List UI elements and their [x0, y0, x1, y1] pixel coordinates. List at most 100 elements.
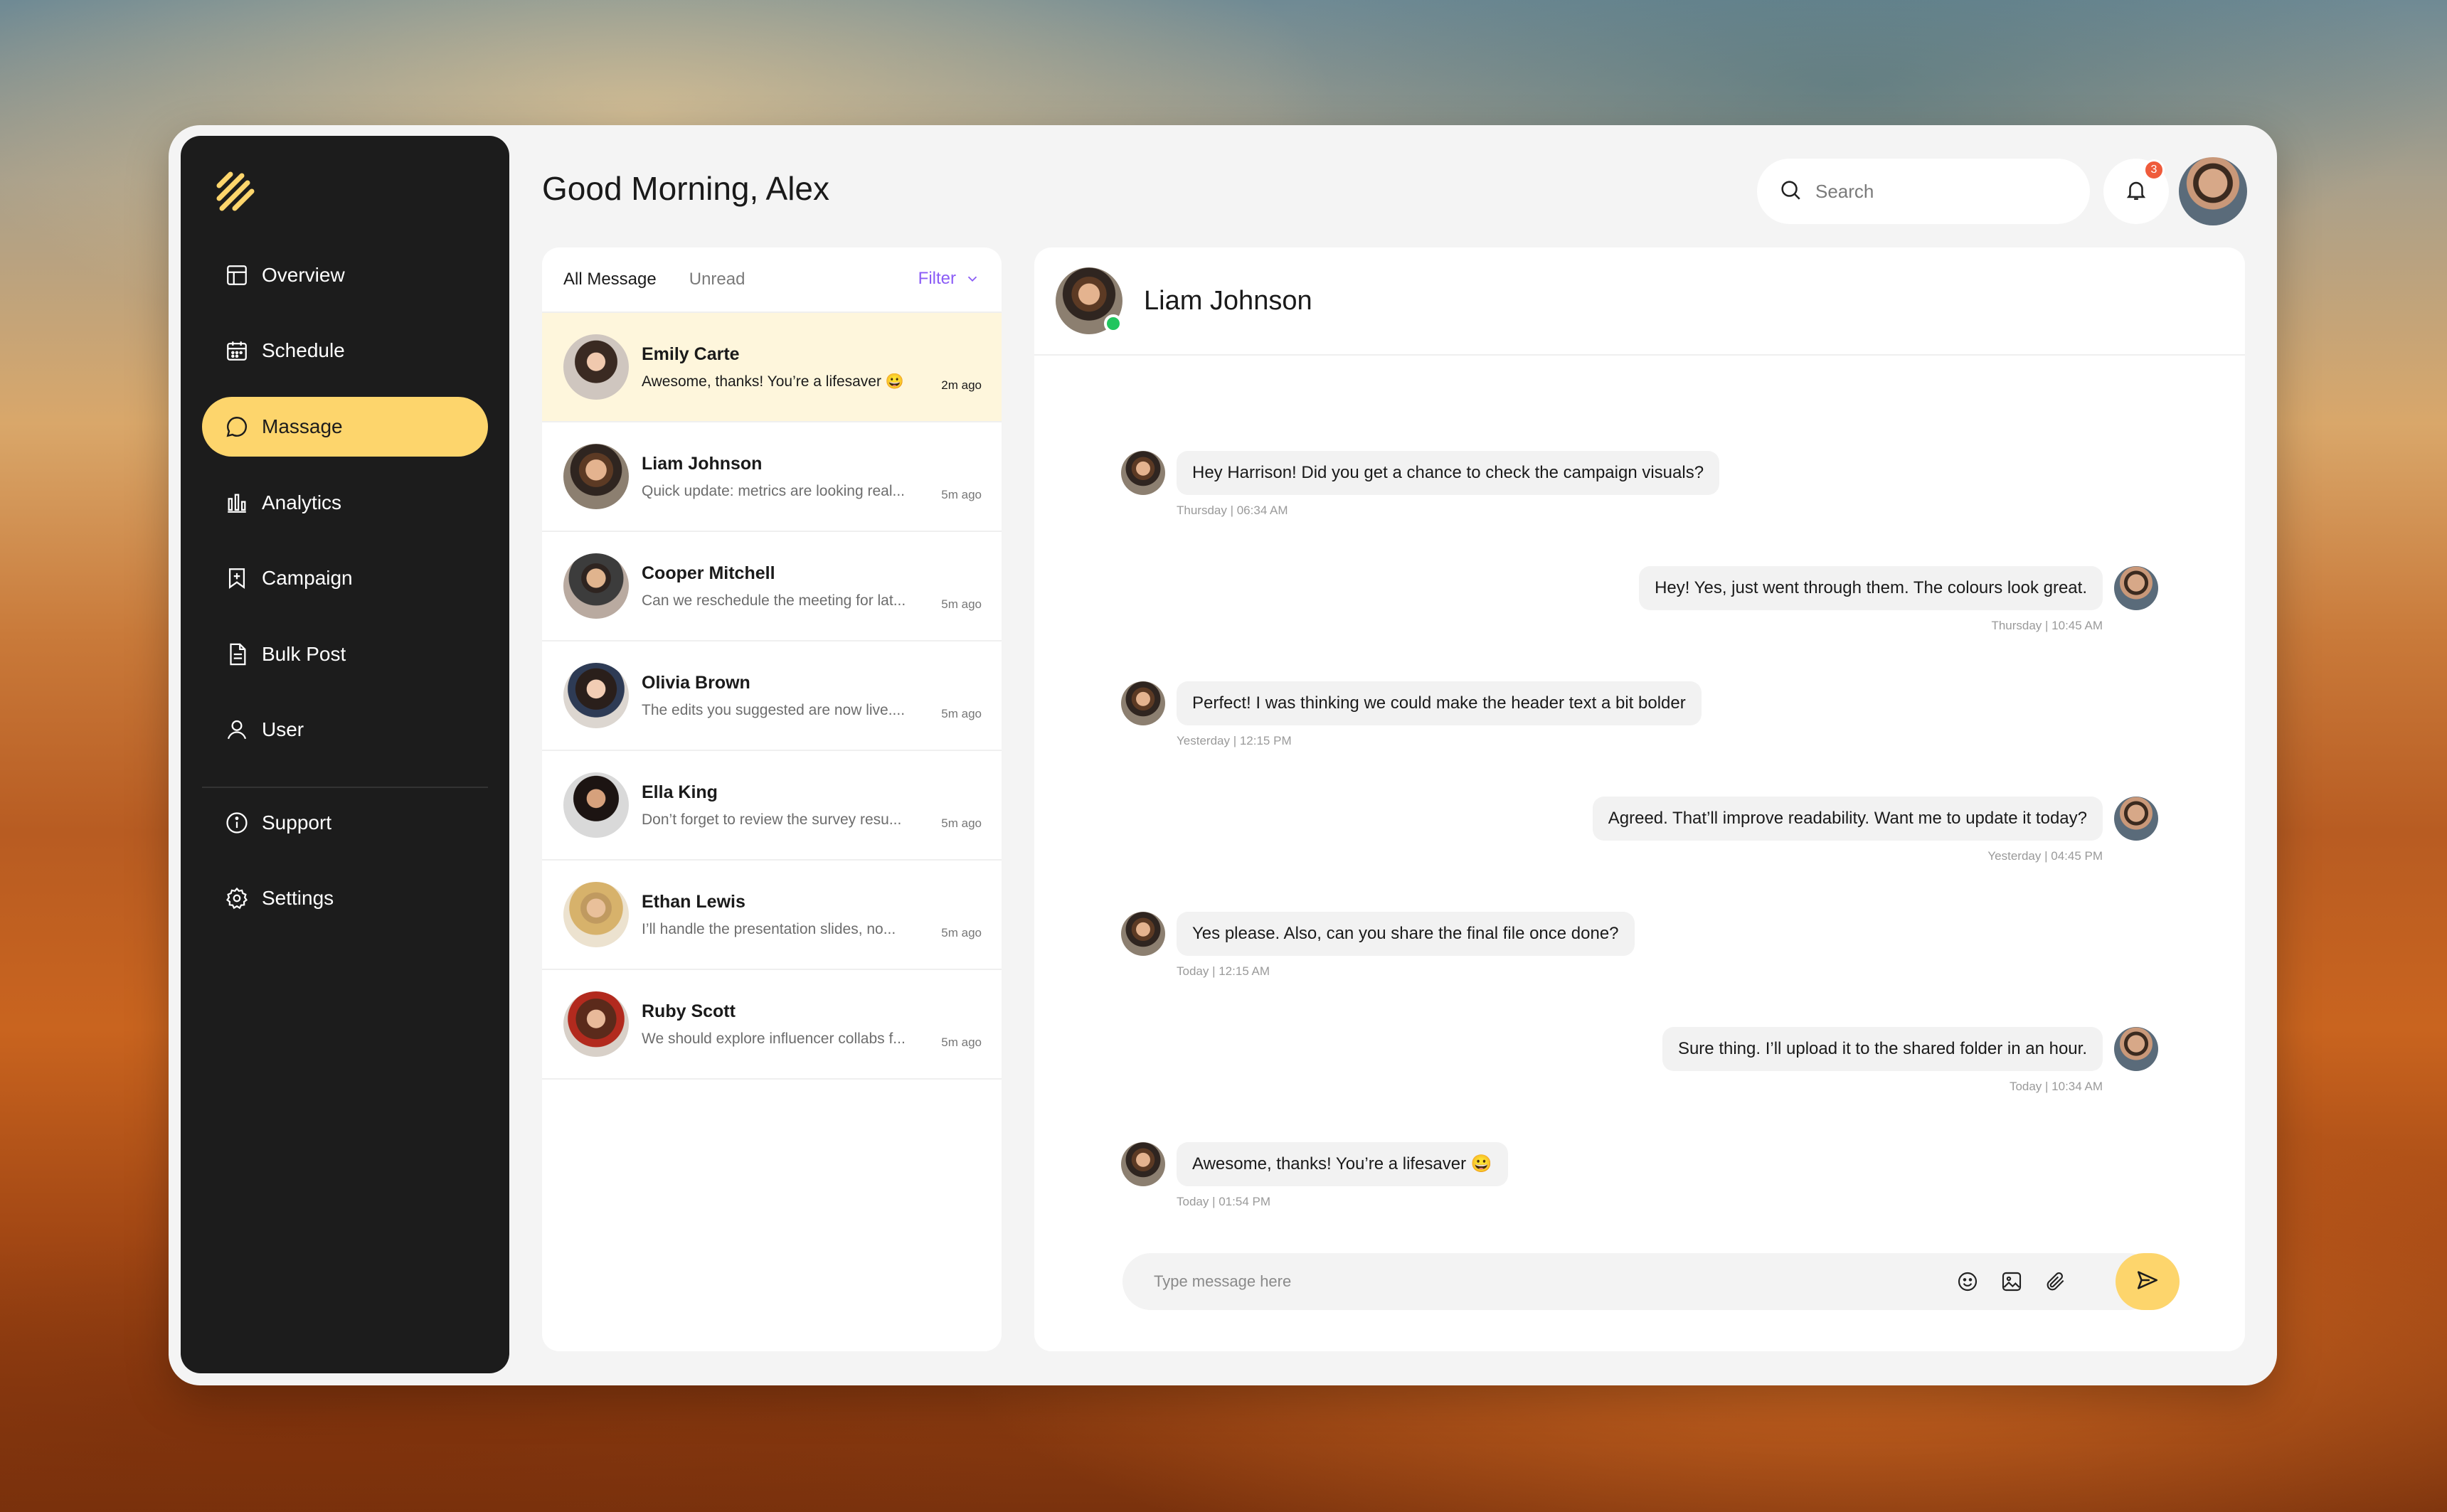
avatar	[563, 334, 629, 400]
chevron-down-icon	[965, 271, 980, 287]
message-timestamp: Yesterday | 12:15 PM	[1177, 734, 1292, 747]
message-incoming: Yes please. Also, can you share the fina…	[1177, 912, 1635, 979]
message-list-panel: All Message Unread Filter Emily Carte Aw…	[542, 247, 1002, 1351]
avatar	[563, 991, 629, 1057]
conversation-preview: Quick update: metrics are looking real..…	[642, 482, 906, 499]
sidebar-item-label: Bulk Post	[262, 643, 346, 665]
avatar	[1121, 451, 1165, 495]
layout-icon	[225, 263, 249, 287]
conversation-preview: Can we reschedule the meeting for lat...	[642, 592, 906, 609]
conversation-time: 5m ago	[941, 926, 982, 939]
sidebar-item-label: Overview	[262, 264, 345, 286]
avatar	[1121, 912, 1165, 956]
message-timestamp: Today | 12:15 AM	[1177, 964, 1270, 978]
message-outgoing: Agreed. That’ll improve readability. Wan…	[1592, 797, 2103, 863]
sidebar-item-support[interactable]: Support	[202, 793, 488, 853]
filter-dropdown[interactable]: Filter	[918, 269, 980, 289]
conversation-name: Liam Johnson	[642, 453, 763, 474]
sidebar-item-analytics[interactable]: Analytics	[202, 473, 488, 533]
document-icon	[225, 642, 249, 666]
message-input[interactable]	[1154, 1272, 1936, 1291]
sidebar: Overview Schedule Massage Analytics Camp…	[181, 136, 509, 1373]
conversation-item[interactable]: Olivia Brown The edits you suggested are…	[542, 641, 1002, 751]
search-icon	[1778, 178, 1803, 206]
avatar	[563, 663, 629, 728]
logo-icon[interactable]	[212, 167, 262, 217]
filter-label: Filter	[918, 269, 956, 288]
conversation-preview: Don’t forget to review the survey resu..…	[642, 811, 902, 828]
avatar	[563, 444, 629, 509]
page-title: Good Morning, Alex	[542, 170, 830, 207]
message-bubble: Perfect! I was thinking we could make th…	[1177, 681, 1702, 725]
conversation-name: Ethan Lewis	[642, 891, 745, 912]
user-icon	[225, 718, 249, 742]
message-incoming: Hey Harrison! Did you get a chance to ch…	[1177, 451, 1720, 518]
avatar	[563, 882, 629, 947]
search-input[interactable]	[1815, 180, 2071, 203]
avatar	[563, 772, 629, 838]
sidebar-item-settings[interactable]: Settings	[202, 868, 488, 928]
tab-unread[interactable]: Unread	[689, 270, 745, 289]
online-status-dot	[1104, 314, 1122, 333]
paperclip-icon[interactable]	[2043, 1269, 2069, 1294]
sidebar-item-schedule[interactable]: Schedule	[202, 321, 488, 380]
tab-all-message[interactable]: All Message	[563, 270, 657, 289]
message-timestamp: Yesterday | 04:45 PM	[1987, 849, 2103, 863]
search-bar[interactable]	[1757, 159, 2090, 224]
message-bubble: Awesome, thanks! You’re a lifesaver 😀	[1177, 1142, 1508, 1186]
message-bubble: Agreed. That’ll improve readability. Wan…	[1592, 797, 2103, 841]
conversation-time: 2m ago	[941, 378, 982, 392]
conversation-item[interactable]: Emily Carte Awesome, thanks! You’re a li…	[542, 313, 1002, 422]
avatar	[1121, 1142, 1165, 1186]
sidebar-item-label: User	[262, 718, 304, 740]
chat-header: Liam Johnson	[1034, 247, 2245, 356]
conversation-name: Emily Carte	[642, 344, 740, 364]
conversation-item[interactable]: Ethan Lewis I’ll handle the presentation…	[542, 861, 1002, 970]
sidebar-item-massage[interactable]: Massage	[202, 397, 488, 457]
avatar	[2114, 1027, 2158, 1071]
message-tabs: All Message Unread Filter	[542, 247, 1002, 313]
avatar	[2114, 566, 2158, 610]
send-button[interactable]	[2116, 1253, 2180, 1310]
conversation-item[interactable]: Ella King Don’t forget to review the sur…	[542, 751, 1002, 861]
conversation-name: Ruby Scott	[642, 1001, 736, 1021]
sidebar-divider	[202, 787, 488, 788]
message-timestamp: Today | 01:54 PM	[1177, 1195, 1270, 1208]
conversation-time: 5m ago	[941, 707, 982, 720]
sidebar-item-user[interactable]: User	[202, 700, 488, 760]
sidebar-item-overview[interactable]: Overview	[202, 245, 488, 305]
sidebar-item-campaign[interactable]: Campaign	[202, 548, 488, 608]
message-timestamp: Today | 10:34 AM	[2009, 1080, 2103, 1093]
conversation-preview: We should explore influencer collabs f..…	[642, 1030, 906, 1047]
info-icon	[225, 811, 249, 835]
conversation-item[interactable]: Ruby Scott We should explore influencer …	[542, 970, 1002, 1080]
image-icon[interactable]	[1999, 1269, 2024, 1294]
conversation-item[interactable]: Liam Johnson Quick update: metrics are l…	[542, 422, 1002, 532]
sidebar-item-label: Campaign	[262, 567, 353, 589]
conversation-time: 5m ago	[941, 488, 982, 501]
conversation-time: 5m ago	[941, 1035, 982, 1049]
message-timestamp: Thursday | 06:34 AM	[1177, 504, 1288, 517]
conversation-name: Cooper Mitchell	[642, 563, 775, 583]
gear-icon	[225, 886, 249, 910]
message-bubble: Sure thing. I’ll upload it to the shared…	[1662, 1027, 2103, 1071]
conversation-item[interactable]: Cooper Mitchell Can we reschedule the me…	[542, 532, 1002, 641]
sidebar-item-bulk-post[interactable]: Bulk Post	[202, 624, 488, 684]
message-timestamp: Thursday | 10:45 AM	[1991, 619, 2103, 632]
message-composer	[1122, 1253, 2180, 1310]
sidebar-item-label: Settings	[262, 887, 334, 909]
bar-chart-icon	[225, 491, 249, 515]
chat-panel: Liam Johnson Hey Harrison! Did you get a…	[1034, 247, 2245, 1351]
contact-avatar[interactable]	[1056, 267, 1122, 334]
message-outgoing: Sure thing. I’ll upload it to the shared…	[1662, 1027, 2103, 1094]
avatar	[1121, 681, 1165, 725]
message-bubble: Hey! Yes, just went through them. The co…	[1639, 566, 2103, 610]
sidebar-item-label: Analytics	[262, 491, 342, 513]
chat-bubble-icon	[225, 415, 249, 439]
message-bubble: Hey Harrison! Did you get a chance to ch…	[1177, 451, 1720, 495]
bell-icon	[2124, 178, 2148, 206]
message-outgoing: Hey! Yes, just went through them. The co…	[1639, 566, 2103, 633]
emoji-icon[interactable]	[1955, 1269, 1980, 1294]
notification-badge: 3	[2143, 159, 2165, 181]
user-avatar[interactable]	[2179, 157, 2247, 225]
